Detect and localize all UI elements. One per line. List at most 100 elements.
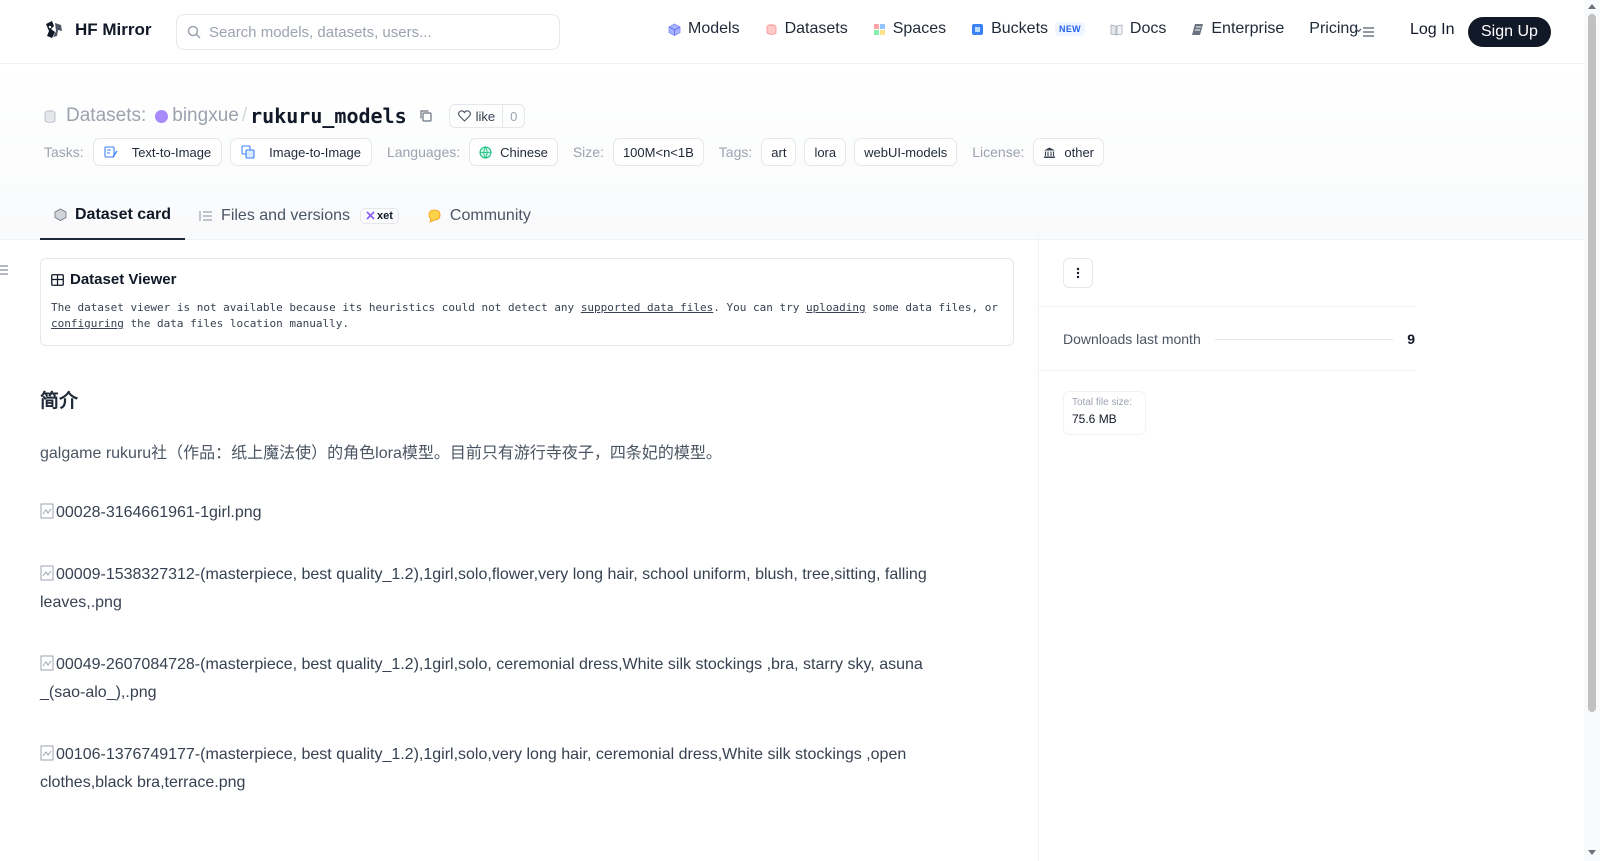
avatar (155, 109, 169, 123)
scroll-down-arrow[interactable] (1588, 850, 1596, 855)
viewer-title-text: Dataset Viewer (70, 271, 177, 288)
like-button[interactable]: like 0 (448, 104, 526, 128)
nav-datasets-label: Datasets (784, 20, 848, 37)
viewer-title: Dataset Viewer (51, 271, 1003, 288)
downloads-label: Downloads last month (1063, 331, 1201, 347)
image-alt-text: 00028-3164661961-1girl.png (56, 504, 262, 521)
buckets-icon (972, 23, 984, 35)
copy-icon[interactable] (419, 109, 433, 123)
nav-pricing[interactable]: Pricing (1309, 20, 1358, 38)
task-label: Text-to-Image (131, 144, 212, 160)
nav-enterprise-label: Enterprise (1211, 20, 1285, 37)
page-scrollbar[interactable] (1584, 0, 1600, 861)
nav-links: Models Datasets Spaces Buckets NEW Docs … (668, 20, 1383, 38)
search-box[interactable] (176, 14, 560, 50)
tab-label: Files and versions (221, 206, 350, 224)
datasets-icon (44, 109, 56, 123)
search-input[interactable] (209, 23, 539, 41)
license-chip[interactable]: other (1033, 138, 1105, 166)
viewer-text: some data files, or (865, 301, 999, 314)
globe-icon (479, 146, 492, 159)
like-count[interactable]: 0 (503, 109, 524, 124)
repo-name[interactable]: rukuru_models (250, 104, 407, 128)
table-icon (51, 273, 64, 286)
task-chip-image-to-image[interactable]: Image-to-Image (230, 138, 372, 166)
tags-label: Tags: (718, 144, 753, 160)
tab-files-and-versions[interactable]: Files and versions xet (185, 191, 413, 240)
divider (1039, 306, 1415, 307)
size-chip[interactable]: 100M<n<1B (612, 138, 704, 166)
dataset-card-content: Dataset Viewer The dataset viewer is not… (40, 258, 1014, 797)
login-link[interactable]: Log In (1410, 21, 1454, 39)
path-separator: / (241, 105, 248, 126)
more-menu-button[interactable] (1355, 22, 1377, 42)
configuring-link[interactable]: configuring (51, 317, 124, 330)
nav-docs[interactable]: Docs (1110, 20, 1166, 38)
divider (1039, 370, 1415, 371)
total-size-label: Total file size: (1072, 397, 1133, 408)
broken-image: 00049-2607084728-(masterpiece, best qual… (40, 651, 970, 707)
brand-link[interactable]: HF Mirror (42, 18, 152, 42)
size-value: 100M<n<1B (622, 144, 694, 160)
broken-image-icon (40, 655, 54, 671)
license-label: License: (972, 144, 1025, 160)
scroll-up-arrow[interactable] (1588, 4, 1596, 9)
nav-enterprise[interactable]: Enterprise (1191, 20, 1284, 38)
models-icon (668, 23, 681, 36)
brand-name: HF Mirror (75, 20, 152, 39)
tag-chip[interactable]: lora (804, 138, 847, 166)
broken-image-icon (40, 503, 54, 519)
nav-spaces-label: Spaces (892, 20, 947, 37)
license-value: other (1064, 144, 1095, 160)
uploading-link[interactable]: uploading (806, 301, 866, 314)
viewer-message: The dataset viewer is not available beca… (51, 300, 1003, 332)
tasks-label: Tasks: (44, 144, 84, 160)
like-action[interactable]: like (450, 105, 504, 127)
languages-label: Languages: (386, 144, 461, 160)
xet-label: xet (377, 209, 393, 222)
tag-chip[interactable]: art (761, 138, 797, 166)
tab-community[interactable]: Community (413, 191, 545, 240)
tag-label: webUI-models (864, 144, 948, 160)
tab-dataset-card[interactable]: Dataset card (40, 191, 186, 240)
downloads-sparkline (1214, 338, 1394, 340)
broken-image: 00106-1376749177-(masterpiece, best qual… (40, 741, 970, 797)
image-to-image-icon (241, 145, 255, 159)
total-file-size-card: Total file size: 75.6 MB (1063, 391, 1146, 435)
heart-icon (457, 110, 471, 122)
signup-button[interactable]: Sign Up (1468, 17, 1551, 47)
nav-pricing-label: Pricing (1309, 20, 1359, 37)
sidebar-toggle-icon[interactable] (0, 264, 10, 276)
files-icon (199, 210, 213, 221)
nav-spaces[interactable]: Spaces (873, 20, 946, 38)
spaces-icon (873, 23, 885, 35)
scroll-thumb[interactable] (1588, 14, 1596, 712)
total-size-value: 75.6 MB (1072, 412, 1117, 426)
tab-label: Community (449, 206, 531, 224)
nav-models[interactable]: Models (668, 20, 740, 38)
dataset-viewer-panel: Dataset Viewer The dataset viewer is not… (40, 258, 1014, 346)
tag-chip[interactable]: webUI-models (854, 138, 958, 166)
supported-data-files-link[interactable]: supported data files (581, 301, 713, 314)
repo-title: Datasets: bingxue / rukuru_models like 0 (44, 102, 526, 130)
license-icon (1044, 147, 1056, 158)
nav-datasets[interactable]: Datasets (765, 20, 848, 38)
downloads-stat: Downloads last month 9 (1063, 331, 1415, 347)
top-navigation: HF Mirror Models Datasets Spaces Buckets… (0, 0, 1584, 64)
tag-label: lora (814, 144, 837, 160)
search-icon (187, 25, 201, 39)
language-chip[interactable]: Chinese (469, 138, 558, 166)
nav-docs-label: Docs (1129, 20, 1167, 37)
community-icon (428, 209, 441, 223)
task-chip-text-to-image[interactable]: Text-to-Image (92, 138, 223, 166)
more-options-button[interactable] (1063, 258, 1093, 288)
owner-link[interactable]: bingxue (172, 105, 239, 127)
image-alt-text: 00049-2607084728-(masterpiece, best qual… (40, 656, 923, 701)
nav-buckets[interactable]: Buckets NEW (971, 20, 1085, 38)
text-to-image-icon (104, 146, 118, 158)
dataset-card-icon (54, 208, 67, 221)
viewer-text: the data files location manually. (123, 317, 350, 330)
intro-paragraph: galgame rukuru社（作品：纸上魔法使）的角色lora模型。目前只有游… (40, 445, 722, 462)
size-label: Size: (572, 144, 604, 160)
enterprise-icon (1192, 23, 1204, 35)
